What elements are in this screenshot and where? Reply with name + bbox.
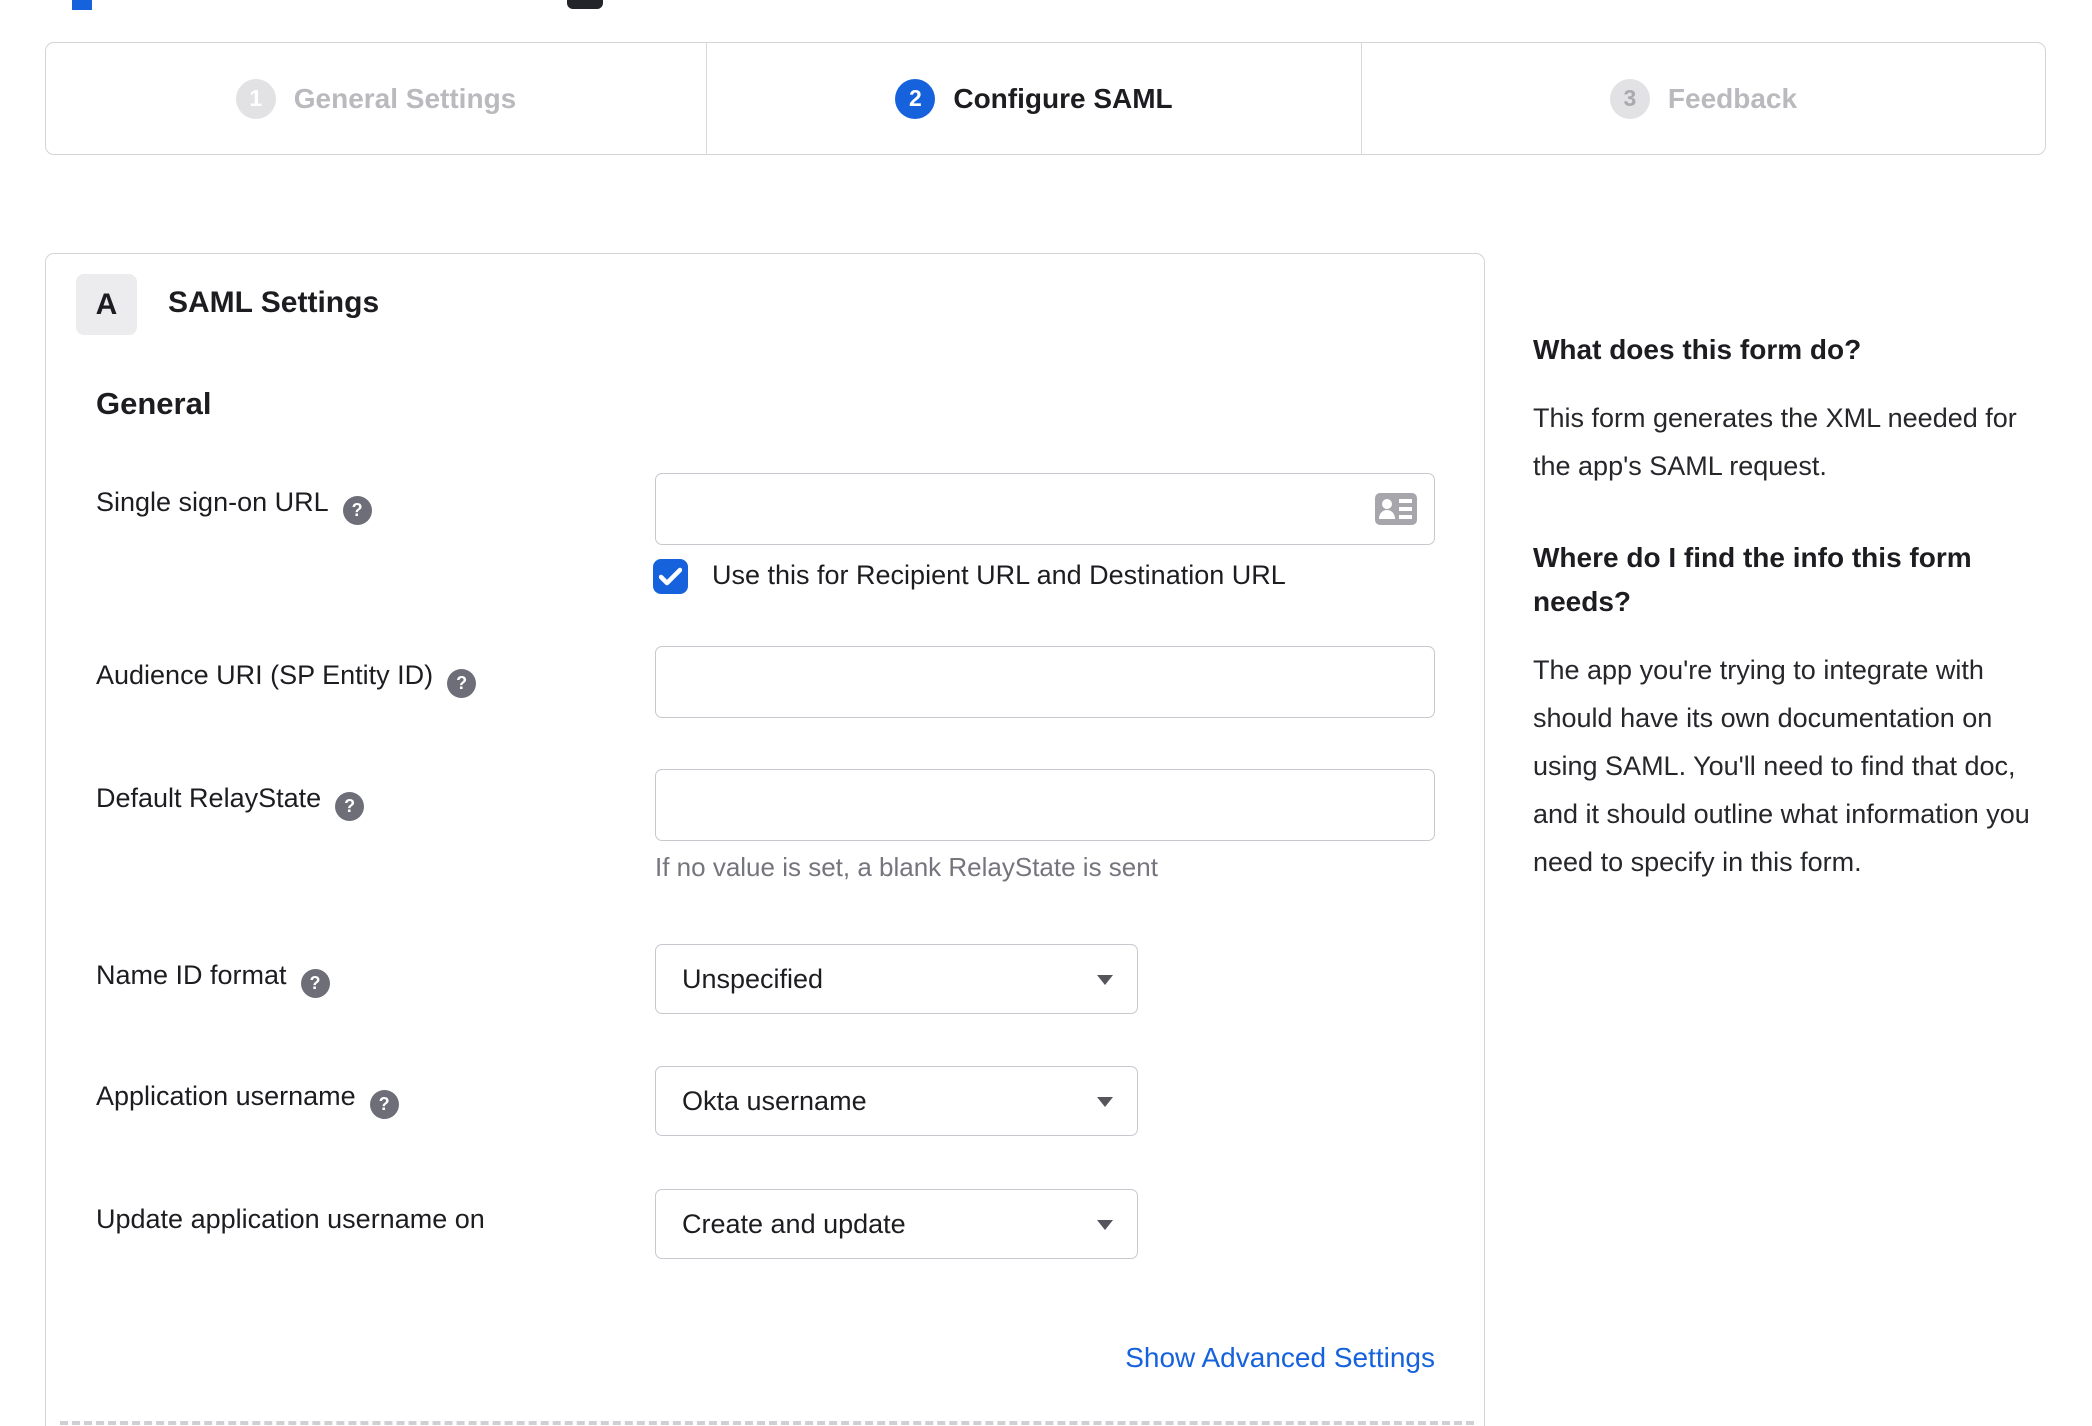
step-3-number: 3	[1609, 78, 1650, 119]
sidebar-heading-1: What does this form do?	[1533, 334, 1862, 365]
wizard-stepper: 1 General Settings 2 Configure SAML 3 Fe…	[45, 42, 2046, 155]
default-relaystate-input[interactable]	[655, 769, 1435, 841]
application-username-value: Okta username	[682, 1085, 867, 1116]
cropped-dark-element	[567, 0, 603, 9]
audience-uri-input-wrap	[655, 646, 1435, 718]
step-2-number: 2	[895, 78, 936, 119]
update-username-value: Create and update	[682, 1208, 906, 1239]
default-relaystate-input-wrap	[655, 769, 1435, 841]
help-icon[interactable]: ?	[335, 792, 365, 821]
chevron-down-icon	[1097, 975, 1113, 985]
application-username-label: Application username?	[96, 1081, 399, 1119]
relaystate-hint: If no value is set, a blank RelayState i…	[655, 852, 1158, 882]
panel-title: SAML Settings	[168, 286, 380, 319]
checkmark-icon	[659, 567, 682, 586]
step-feedback[interactable]: 3 Feedback	[1361, 43, 2045, 154]
step-general-settings[interactable]: 1 General Settings	[46, 43, 706, 154]
cropped-blue-element	[72, 0, 92, 10]
sidebar-body-2: The app you're trying to integrate with …	[1533, 655, 2030, 877]
step-3-label: Feedback	[1667, 82, 1798, 114]
contact-card-icon	[1375, 493, 1417, 525]
saml-settings-panel: A SAML Settings General Single sign-on U…	[45, 253, 1485, 1426]
step-1-number: 1	[235, 78, 276, 119]
recipient-destination-checkbox[interactable]	[653, 559, 688, 594]
sidebar-body-1: This form generates the XML needed for t…	[1533, 403, 2017, 481]
default-relaystate-label: Default RelayState?	[96, 783, 365, 821]
step-1-label: General Settings	[293, 82, 517, 114]
sso-url-label: Single sign-on URL?	[96, 487, 372, 525]
help-icon[interactable]: ?	[300, 969, 330, 998]
help-icon[interactable]: ?	[447, 669, 477, 698]
name-id-format-value: Unspecified	[682, 963, 824, 994]
show-advanced-settings-link[interactable]: Show Advanced Settings	[655, 1342, 1435, 1374]
general-section-title: General	[96, 386, 212, 421]
help-icon[interactable]: ?	[369, 1090, 399, 1119]
application-username-select[interactable]: Okta username	[655, 1066, 1138, 1136]
sidebar-heading-2: Where do I find the info this form needs…	[1533, 542, 1972, 617]
section-a-badge: A	[76, 274, 137, 335]
audience-uri-label: Audience URI (SP Entity ID)?	[96, 660, 477, 698]
sso-url-input-wrap	[655, 473, 1435, 545]
name-id-format-label: Name ID format?	[96, 960, 330, 998]
update-username-select[interactable]: Create and update	[655, 1189, 1138, 1259]
chevron-down-icon	[1097, 1097, 1113, 1107]
chevron-down-icon	[1097, 1220, 1113, 1230]
update-username-label: Update application username on	[96, 1204, 485, 1234]
sso-url-input[interactable]	[655, 473, 1435, 545]
help-sidebar: What does this form do? This form genera…	[1533, 328, 2038, 886]
section-divider-dashed	[60, 1421, 1474, 1425]
audience-uri-input[interactable]	[655, 646, 1435, 718]
recipient-destination-checkbox-label[interactable]: Use this for Recipient URL and Destinati…	[712, 560, 1286, 591]
step-2-label: Configure SAML	[953, 82, 1173, 114]
step-configure-saml[interactable]: 2 Configure SAML	[706, 43, 1361, 154]
help-icon[interactable]: ?	[342, 496, 372, 525]
name-id-format-select[interactable]: Unspecified	[655, 944, 1138, 1014]
